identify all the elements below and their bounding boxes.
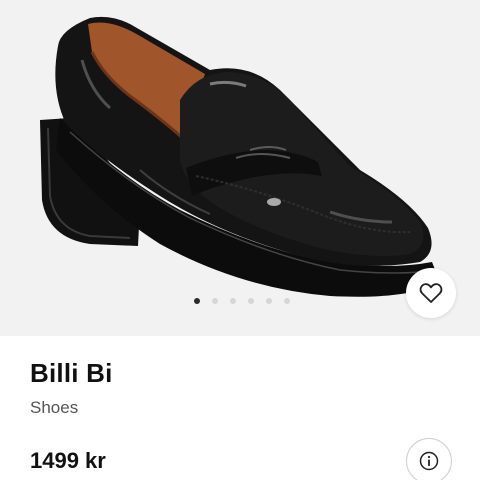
heart-icon <box>419 283 443 303</box>
carousel-dot-6[interactable] <box>284 298 290 304</box>
carousel-dot-5[interactable] <box>266 298 272 304</box>
product-category: Shoes <box>30 398 79 417</box>
carousel-dot-3[interactable] <box>230 298 236 304</box>
favorite-button[interactable] <box>406 268 456 318</box>
product-price: 1499 kr <box>30 448 106 473</box>
carousel-dot-1[interactable] <box>194 298 200 304</box>
carousel-dot-2[interactable] <box>212 298 218 304</box>
product-card[interactable]: Billi Bi Shoes 1499 kr <box>0 0 480 480</box>
carousel-dot-4[interactable] <box>248 298 254 304</box>
product-image[interactable] <box>0 0 480 336</box>
info-icon <box>419 451 439 471</box>
product-brand: Billi Bi <box>30 358 113 388</box>
info-button[interactable] <box>406 438 452 480</box>
